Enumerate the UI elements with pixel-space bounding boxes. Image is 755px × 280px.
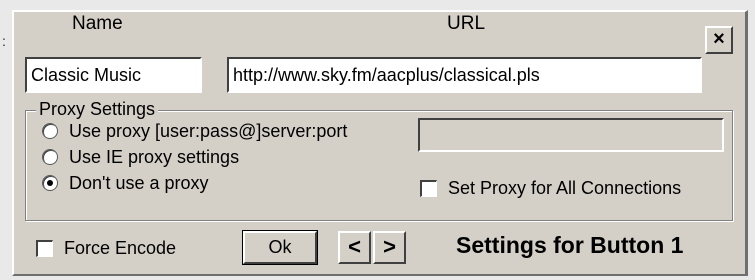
proxy-option-none-label: Don't use a proxy [69,173,209,193]
force-encode-label: Force Encode [64,238,177,258]
proxy-server-field[interactable] [418,118,724,152]
set-proxy-all-checkbox[interactable] [420,179,437,197]
proxy-settings-title: Proxy Settings [36,98,159,120]
proxy-option-ie[interactable]: Use IE proxy settings [42,146,239,168]
proxy-option-ie-label: Use IE proxy settings [69,147,240,167]
ok-button[interactable]: Ok [242,230,318,265]
proxy-option-ie-radio[interactable] [42,149,58,165]
close-button[interactable]: × [705,26,733,54]
next-button[interactable]: > [373,231,406,264]
proxy-option-none-radio[interactable] [42,175,58,191]
force-encode-checkbox[interactable] [36,239,53,257]
name-field[interactable]: Classic Music [25,57,202,93]
proxy-option-custom-radio[interactable] [42,123,58,139]
proxy-option-custom-label: Use proxy [user:pass@]server:port [69,121,348,141]
settings-status-title: Settings for Button 1 [456,232,684,258]
url-label: URL [447,13,486,34]
close-icon: × [713,28,725,50]
radio-selected-dot [47,180,53,186]
url-field[interactable]: http://www.sky.fm/aacplus/classical.pls [227,57,702,93]
set-proxy-all-row[interactable]: Set Proxy for All Connections [420,177,681,199]
proxy-option-custom[interactable]: Use proxy [user:pass@]server:port [42,120,347,142]
force-encode-row[interactable]: Force Encode [36,237,176,259]
window-edge-mark: : [2,33,6,49]
set-proxy-all-label: Set Proxy for All Connections [448,178,682,198]
name-label: Name [72,13,123,34]
previous-button[interactable]: < [338,231,371,264]
proxy-option-none[interactable]: Don't use a proxy [42,172,209,194]
